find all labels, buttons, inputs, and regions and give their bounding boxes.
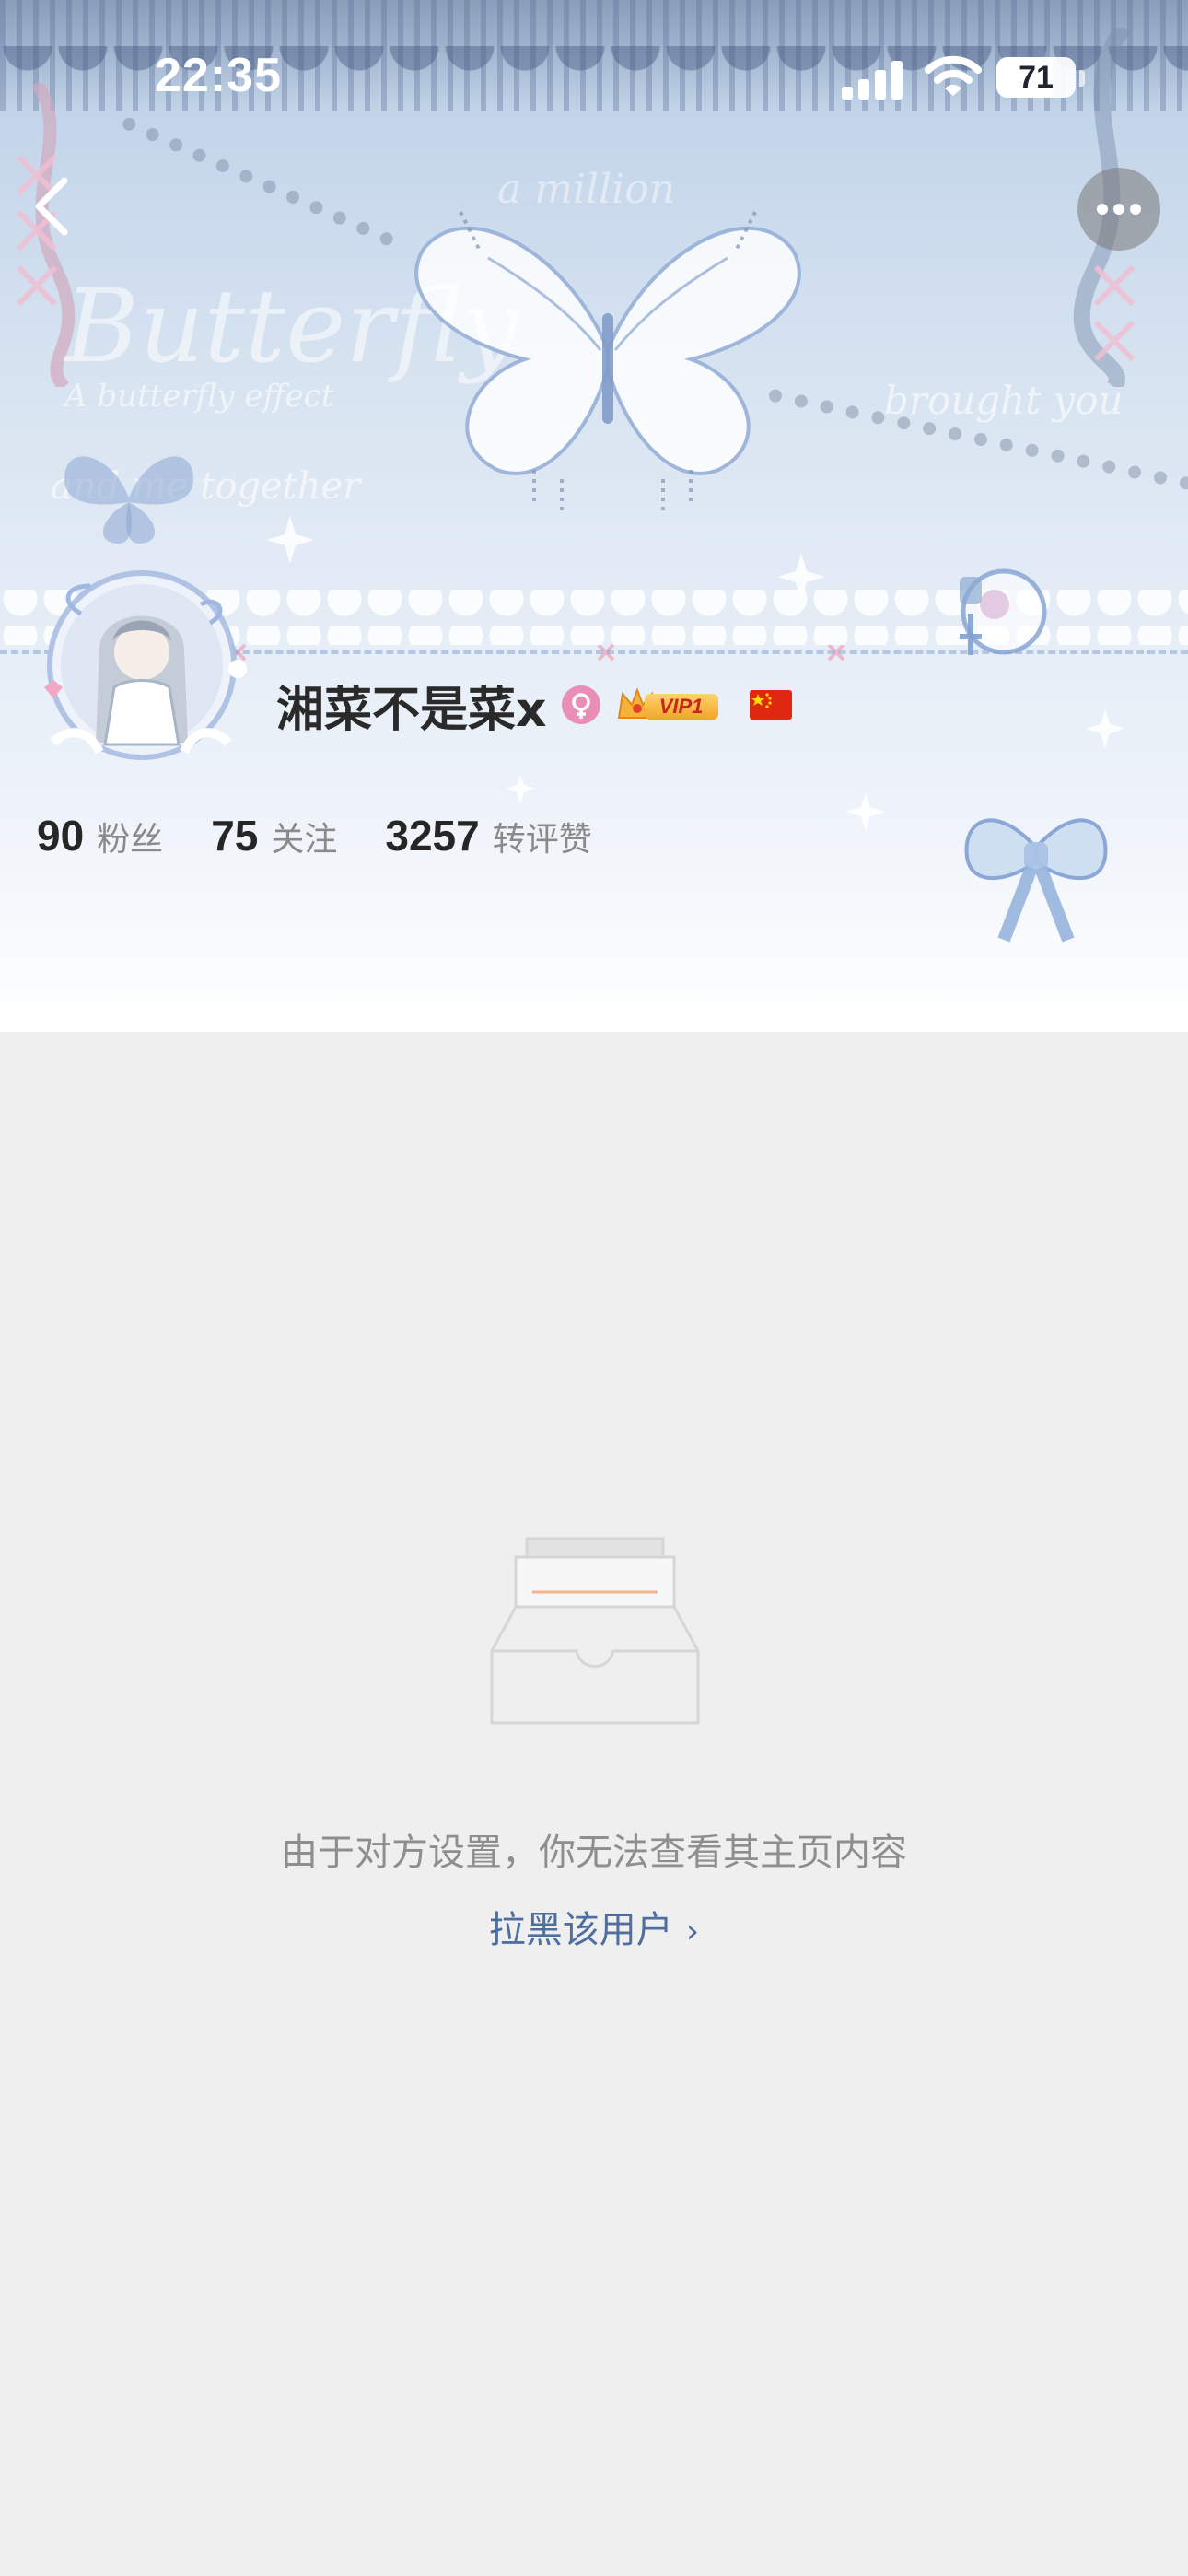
block-user-link[interactable]: 拉黑该用户 ›	[0, 1900, 1188, 1953]
stat-label: 关注	[271, 821, 338, 859]
restricted-content-message: 由于对方设置，你无法查看其主页内容	[281, 1832, 907, 1874]
stat-label: 转评赞	[492, 821, 592, 859]
status-bar: 22:35 71	[0, 0, 1188, 138]
block-user-label: 拉黑该用户	[488, 1909, 673, 1951]
chevron-left-icon	[35, 177, 68, 236]
stat-interactions[interactable]: 3257 转评赞	[385, 811, 591, 861]
profile-name-row: 湘菜不是菜x VIP1	[276, 673, 792, 738]
vip-level-label: VIP1	[644, 694, 718, 720]
battery-tip	[1079, 70, 1085, 87]
cellular-signal-icon	[842, 61, 903, 100]
female-gender-icon	[561, 685, 600, 724]
vip-badge[interactable]: VIP1	[615, 683, 724, 727]
chevron-right-icon: ›	[685, 1913, 700, 1950]
more-horizontal-icon	[1097, 204, 1141, 215]
avatar[interactable]	[26, 549, 258, 781]
profile-header-banner: Butterfly A butterfly effect and me toge…	[0, 0, 1188, 1032]
wifi-icon	[925, 55, 982, 96]
stat-value: 90	[37, 812, 85, 860]
status-time: 22:35	[155, 49, 282, 102]
more-options-button[interactable]	[1077, 168, 1160, 251]
username: 湘菜不是菜x	[276, 682, 547, 738]
stat-label: 粉丝	[97, 821, 164, 859]
bow-decoration	[964, 818, 1108, 943]
battery-icon: 71	[996, 57, 1076, 98]
stat-following[interactable]: 75 关注	[211, 811, 337, 861]
battery-percent: 71	[1019, 60, 1054, 95]
back-button[interactable]	[22, 166, 87, 240]
empty-inbox-icon	[490, 1537, 700, 1725]
stat-value: 75	[211, 812, 259, 860]
stat-followers[interactable]: 90 粉丝	[37, 811, 163, 861]
china-flag-icon	[749, 690, 792, 720]
profile-stats: 90 粉丝 75 关注 3257 转评赞	[37, 811, 640, 875]
stat-value: 3257	[385, 812, 480, 860]
bottle-decoration	[960, 568, 1047, 655]
